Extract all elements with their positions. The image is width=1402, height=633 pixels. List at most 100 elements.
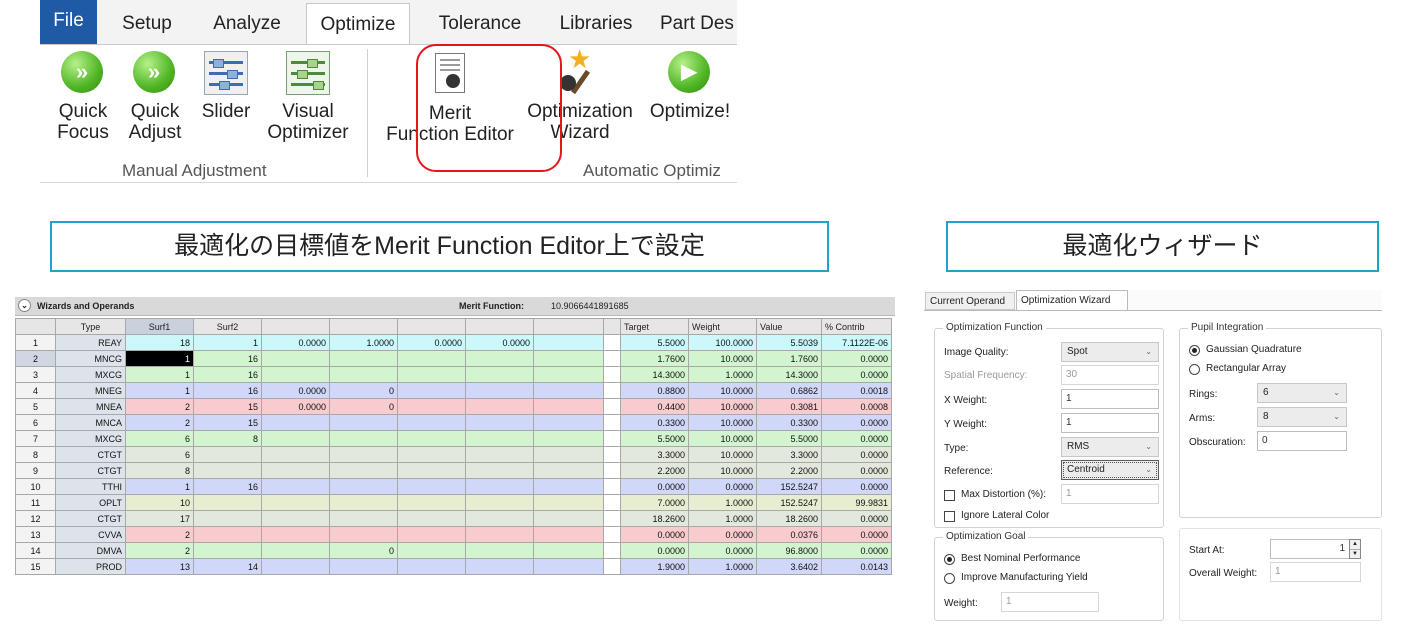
param2-cell[interactable] [329,478,398,495]
operand-row[interactable]: 14 DMVA 2 0 0.0000 0.0000 96.8000 0.0000 [15,542,892,559]
surf2-cell[interactable]: 16 [193,382,262,399]
target-cell[interactable]: 2.2000 [620,462,689,479]
col-header-contrib[interactable]: % Contrib [821,318,892,335]
merit-function-editor-button[interactable]: Merit Function Editor [383,51,517,145]
param6-cell[interactable] [603,430,621,447]
surf1-cell[interactable]: 2 [125,542,194,559]
tab-tolerance[interactable]: Tolerance [425,3,535,44]
param6-cell[interactable] [603,526,621,543]
surf1-cell[interactable]: 1 [125,366,194,383]
surf1-cell[interactable]: 18 [125,334,194,351]
surf1-cell[interactable]: 8 [125,462,194,479]
spin-down-icon[interactable]: ▼ [1350,550,1360,559]
param3-cell[interactable] [397,382,466,399]
param6-cell[interactable] [603,558,621,575]
param3-cell[interactable] [397,478,466,495]
collapse-chevron-icon[interactable]: ⌄ [18,299,31,312]
contrib-cell[interactable]: 0.0000 [821,526,892,543]
param3-cell[interactable] [397,350,466,367]
param1-cell[interactable] [261,430,330,447]
col-header-value[interactable]: Value [756,318,822,335]
param5-cell[interactable] [533,414,604,431]
surf1-cell[interactable]: 13 [125,558,194,575]
value-cell[interactable]: 2.2000 [756,462,822,479]
contrib-cell[interactable]: 0.0000 [821,542,892,559]
surf1-cell[interactable]: 6 [125,446,194,463]
start-at-spinner[interactable]: ▲ ▼ [1349,539,1361,559]
quick-focus-button[interactable]: » Quick Focus [53,51,113,143]
target-cell[interactable]: 0.3300 [620,414,689,431]
operand-row[interactable]: 11 OPLT 10 7.0000 1.0000 152.5247 99.9831 [15,494,892,511]
col-header-param1[interactable] [261,318,330,335]
weight-cell[interactable]: 10.0000 [688,414,757,431]
weight-cell[interactable]: 1.0000 [688,494,757,511]
param5-cell[interactable] [533,350,604,367]
arms-select[interactable]: 8 ⌄ [1257,407,1347,427]
param3-cell[interactable] [397,414,466,431]
contrib-cell[interactable]: 0.0000 [821,350,892,367]
rectangular-array-radio[interactable] [1189,364,1200,375]
weight-cell[interactable]: 1.0000 [688,510,757,527]
tab-file[interactable]: File [40,0,97,44]
operand-row[interactable]: 10 TTHI 1 16 0.0000 0.0000 152.5247 0.0000 [15,478,892,495]
param6-cell[interactable] [603,334,621,351]
weight-cell[interactable]: 10.0000 [688,350,757,367]
param4-cell[interactable] [465,350,534,367]
max-distortion-input[interactable]: 1 [1061,484,1159,504]
param3-cell[interactable] [397,510,466,527]
param3-cell[interactable] [397,430,466,447]
param5-cell[interactable] [533,462,604,479]
param1-cell[interactable] [261,494,330,511]
surf2-cell[interactable]: 8 [193,430,262,447]
col-header-param6[interactable] [603,318,621,335]
contrib-cell[interactable]: 0.0000 [821,478,892,495]
param6-cell[interactable] [603,478,621,495]
weight-cell[interactable]: 100.0000 [688,334,757,351]
tab-libraries[interactable]: Libraries [550,3,642,44]
target-cell[interactable]: 14.3000 [620,366,689,383]
param6-cell[interactable] [603,414,621,431]
param5-cell[interactable] [533,398,604,415]
surf2-cell[interactable]: 16 [193,478,262,495]
param3-cell[interactable] [397,446,466,463]
param2-cell[interactable] [329,414,398,431]
target-cell[interactable]: 5.5000 [620,430,689,447]
col-header-param2[interactable] [329,318,398,335]
surf1-cell[interactable]: 2 [125,526,194,543]
param1-cell[interactable] [261,542,330,559]
param3-cell[interactable] [397,494,466,511]
param4-cell[interactable] [465,446,534,463]
ignore-lateral-color-checkbox[interactable] [944,511,955,522]
operand-type[interactable]: OPLT [55,494,126,511]
weight-cell[interactable]: 10.0000 [688,446,757,463]
value-cell[interactable]: 0.3081 [756,398,822,415]
wizards-and-operands-bar[interactable]: ⌄ Wizards and Operands Merit Function: 1… [15,297,895,316]
param4-cell[interactable] [465,558,534,575]
param4-cell[interactable] [465,542,534,559]
weight-cell[interactable]: 10.0000 [688,430,757,447]
param2-cell[interactable]: 1.0000 [329,334,398,351]
param2-cell[interactable]: 0 [329,398,398,415]
operand-row[interactable]: 7 MXCG 6 8 5.5000 10.0000 5.5000 0.0000 [15,430,892,447]
gaussian-quadrature-radio[interactable] [1189,345,1200,356]
weight-cell[interactable]: 1.0000 [688,558,757,575]
operand-row[interactable]: 2 MNCG 1 16 1.7600 10.0000 1.7600 0.0000 [15,350,892,367]
param2-cell[interactable]: 0 [329,542,398,559]
param4-cell[interactable] [465,462,534,479]
surf2-cell[interactable]: 16 [193,366,262,383]
param3-cell[interactable]: 0.0000 [397,334,466,351]
surf2-cell[interactable] [193,542,262,559]
weight-cell[interactable]: 10.0000 [688,398,757,415]
x-weight-input[interactable]: 1 [1061,389,1159,409]
param3-cell[interactable] [397,558,466,575]
param4-cell[interactable] [465,526,534,543]
weight-cell[interactable]: 0.0000 [688,478,757,495]
operand-type[interactable]: MXCG [55,366,126,383]
param2-cell[interactable] [329,366,398,383]
param6-cell[interactable] [603,510,621,527]
reference-select[interactable]: Centroid ⌄ [1061,460,1159,480]
tab-setup[interactable]: Setup [112,3,182,44]
improve-yield-radio[interactable] [944,573,955,584]
operand-type[interactable]: REAY [55,334,126,351]
param1-cell[interactable] [261,526,330,543]
